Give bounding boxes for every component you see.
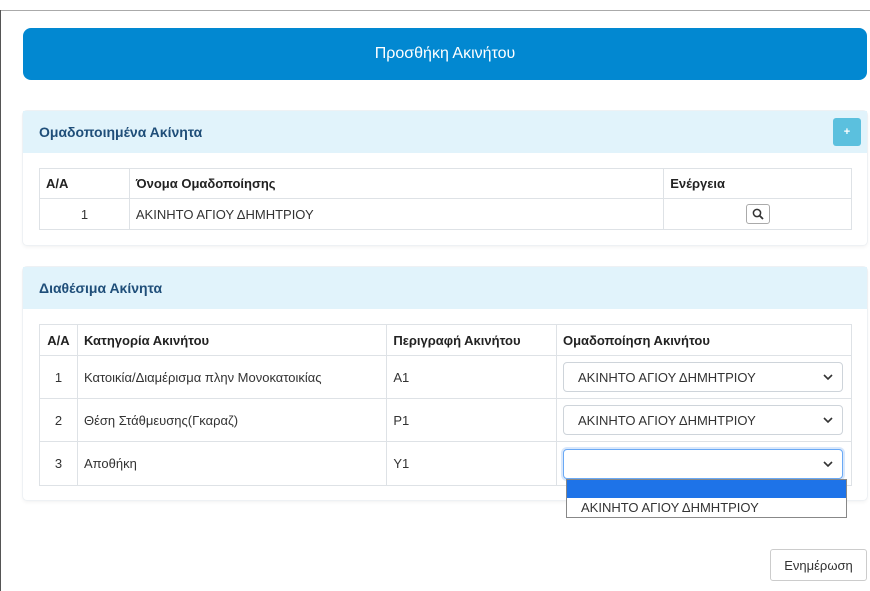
grouping-select-value: ΑΚΙΝΗΤΟ ΑΓΙΟΥ ΔΗΜΗΤΡΙΟΥ xyxy=(577,412,756,428)
dropdown-option[interactable]: ΑΚΙΝΗΤΟ ΑΓΙΟΥ ΔΗΜΗΤΡΙΟΥ xyxy=(567,498,846,517)
row-number: 3 xyxy=(39,441,78,486)
description-cell: P1 xyxy=(386,398,557,442)
chevron-down-icon xyxy=(823,374,833,381)
description-cell: A1 xyxy=(386,355,557,399)
available-table: Α/Α Κατηγορία Ακινήτου Περιγραφή Ακινήτο… xyxy=(39,324,853,486)
grouping-cell: ΑΚΙΝΗΤΟ ΑΓΙΟΥ ΔΗΜΗΤΡΙΟΥ xyxy=(555,398,853,442)
update-button[interactable]: Ενημέρωση xyxy=(770,549,867,581)
view-group-button[interactable] xyxy=(745,204,770,224)
table-header-row: Α/Α Όνομα Ομαδοποίησης Ενέργεια xyxy=(39,168,852,199)
page-title: Προσθήκη Ακινήτου xyxy=(374,45,516,62)
add-group-button[interactable]: + xyxy=(833,118,861,146)
row-number: 1 xyxy=(39,355,78,399)
window-left-border xyxy=(0,10,1,591)
grouped-panel-title: Ομαδοποιημένα Ακίνητα xyxy=(39,124,203,140)
plus-icon: + xyxy=(843,126,851,138)
table-header-row: Α/Α Κατηγορία Ακινήτου Περιγραφή Ακινήτο… xyxy=(39,324,853,356)
available-panel-header: Διαθέσιμα Ακίνητα xyxy=(23,267,867,309)
grouping-cell: ΑΚΙΝΗΤΟ ΑΓΙΟΥ ΔΗΜΗΤΡΙΟΥ xyxy=(555,355,853,399)
table-row: 1 Κατοικία/Διαμέρισμα πλην Μονοκατοικίας… xyxy=(39,355,853,399)
grouping-select-value: ΑΚΙΝΗΤΟ ΑΓΙΟΥ ΔΗΜΗΤΡΙΟΥ xyxy=(577,369,756,385)
chevron-down-icon xyxy=(823,460,833,467)
column-header-no: Α/Α xyxy=(39,168,130,199)
dropdown-option-empty[interactable] xyxy=(567,480,846,498)
page-header: Προσθήκη Ακινήτου xyxy=(23,28,867,80)
category-cell: Κατοικία/Διαμέρισμα πλην Μονοκατοικίας xyxy=(76,355,388,399)
description-cell: Y1 xyxy=(386,441,557,486)
category-cell: Θέση Στάθμευσης(Γκαραζ) xyxy=(76,398,388,442)
action-cell xyxy=(663,198,852,230)
group-name: ΑΚΙΝΗΤΟ ΑΓΙΟΥ ΔΗΜΗΤΡΙΟΥ xyxy=(128,198,665,230)
column-header-group-name: Όνομα Ομαδοποίησης xyxy=(128,168,665,199)
grouped-panel-header: Ομαδοποιημένα Ακίνητα + xyxy=(23,111,867,153)
column-header-description: Περιγραφή Ακινήτου xyxy=(386,324,557,356)
table-row: 1 ΑΚΙΝΗΤΟ ΑΓΙΟΥ ΔΗΜΗΤΡΙΟΥ xyxy=(39,198,852,230)
grouped-table: Α/Α Όνομα Ομαδοποίησης Ενέργεια 1 ΑΚΙΝΗΤ… xyxy=(39,168,852,230)
column-header-action: Ενέργεια xyxy=(663,168,852,199)
grouping-dropdown-list: ΑΚΙΝΗΤΟ ΑΓΙΟΥ ΔΗΜΗΤΡΙΟΥ xyxy=(566,479,847,518)
chevron-down-icon xyxy=(823,417,833,424)
available-panel-title: Διαθέσιμα Ακίνητα xyxy=(39,280,163,296)
column-header-no: Α/Α xyxy=(39,324,78,356)
row-number: 1 xyxy=(39,198,130,230)
window-top-border xyxy=(0,10,870,11)
table-row: 2 Θέση Στάθμευσης(Γκαραζ) P1 ΑΚΙΝΗΤΟ ΑΓΙ… xyxy=(39,398,853,442)
row-number: 2 xyxy=(39,398,78,442)
column-header-category: Κατηγορία Ακινήτου xyxy=(76,324,388,356)
category-cell: Αποθήκη xyxy=(76,441,388,486)
grouping-select[interactable]: ΑΚΙΝΗΤΟ ΑΓΙΟΥ ΔΗΜΗΤΡΙΟΥ xyxy=(562,405,843,435)
grouping-select[interactable] xyxy=(562,448,843,479)
column-header-grouping: Ομαδοποίηση Ακινήτου xyxy=(555,324,853,356)
grouping-select[interactable]: ΑΚΙΝΗΤΟ ΑΓΙΟΥ ΔΗΜΗΤΡΙΟΥ xyxy=(562,362,843,392)
grouped-properties-panel: Ομαδοποιημένα Ακίνητα + Α/Α Όνομα Ομαδοπ… xyxy=(23,111,867,245)
available-properties-panel: Διαθέσιμα Ακίνητα Α/Α Κατηγορία Ακινήτου… xyxy=(23,267,867,500)
search-icon xyxy=(752,208,764,220)
